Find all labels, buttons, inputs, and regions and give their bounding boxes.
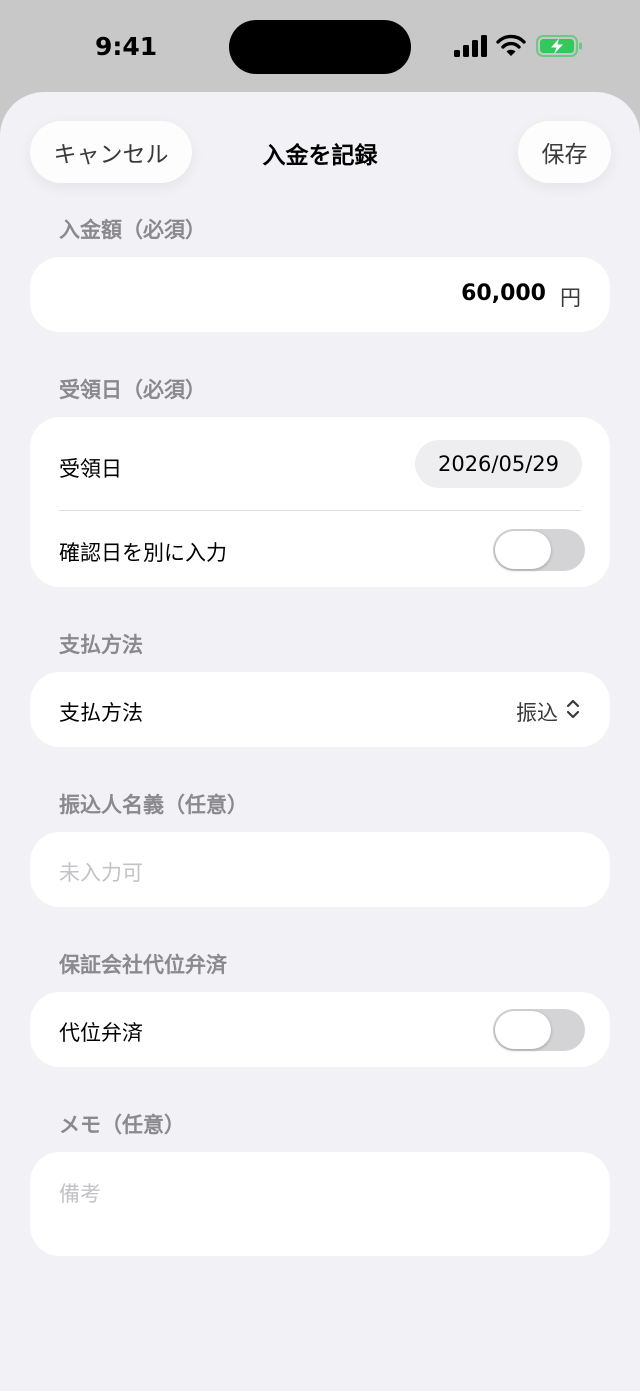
received-card: 受領日 2026/05/29 確認日を別に入力 <box>30 417 610 587</box>
chevron-up-down-icon <box>566 698 580 720</box>
confirm-date-toggle-label: 確認日を別に入力 <box>59 541 227 565</box>
amount-field[interactable]: 60,000 円 <box>30 257 610 332</box>
amount-unit: 円 <box>560 286 581 310</box>
status-time: 9:41 <box>95 32 158 61</box>
received-date-label: 受領日 <box>59 457 122 481</box>
signal-icon <box>452 34 488 58</box>
payment-method-value: 振込 <box>516 701 558 725</box>
memo-section-label: メモ（任意） <box>59 1113 185 1137</box>
payment-method-row[interactable]: 支払方法 振込 <box>30 672 610 747</box>
payer-name-placeholder: 未入力可 <box>59 861 143 885</box>
toggle-knob <box>495 531 551 569</box>
wifi-icon <box>496 34 526 58</box>
subrogation-toggle-label: 代位弁済 <box>59 1021 143 1045</box>
cancel-button[interactable]: キャンセル <box>30 121 192 183</box>
payer-section-label: 振込人名義（任意） <box>59 793 248 817</box>
guarantee-section-label: 保証会社代位弁済 <box>59 953 227 977</box>
battery-charging-icon <box>536 34 584 58</box>
status-bar: 9:41 <box>0 0 640 92</box>
payment-method-label: 支払方法 <box>59 701 143 725</box>
confirm-date-toggle[interactable] <box>493 529 585 571</box>
status-icons <box>452 34 584 60</box>
amount-value: 60,000 <box>461 281 546 306</box>
amount-section-label: 入金額（必須） <box>59 218 206 242</box>
received-date-picker[interactable]: 2026/05/29 <box>415 440 582 488</box>
subrogation-toggle[interactable] <box>493 1009 585 1051</box>
save-button[interactable]: 保存 <box>518 121 611 183</box>
memo-textarea[interactable]: 備考 <box>30 1152 610 1256</box>
dynamic-island <box>229 20 411 74</box>
received-section-label: 受領日（必須） <box>59 378 206 402</box>
payment-section-label: 支払方法 <box>59 633 143 657</box>
memo-placeholder: 備考 <box>59 1182 101 1206</box>
row-divider <box>59 510 581 511</box>
guarantee-card: 代位弁済 <box>30 992 610 1067</box>
sheet-title: 入金を記録 <box>262 143 378 169</box>
payer-name-input[interactable]: 未入力可 <box>30 832 610 907</box>
toggle-knob <box>495 1011 551 1049</box>
